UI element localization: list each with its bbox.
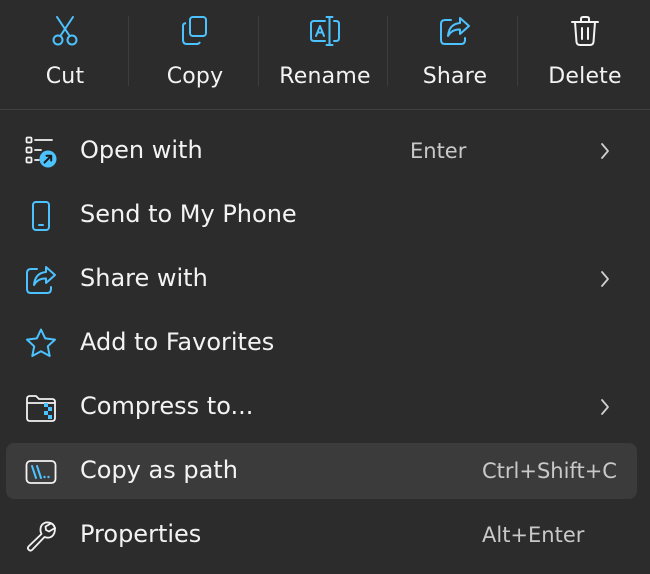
toolbar-divider — [128, 16, 129, 86]
rename-label: Rename — [279, 64, 371, 89]
menu-item-copy-as-path[interactable]: Copy as path Ctrl+Shift+C — [6, 443, 637, 499]
delete-label: Delete — [548, 64, 622, 89]
menu-item-share-with[interactable]: Share with — [6, 251, 637, 307]
chevron-right-icon — [594, 396, 616, 418]
cut-button[interactable]: Cut — [0, 0, 130, 109]
context-menu-toolbar: Cut Copy Rename Share Delete — [0, 0, 650, 109]
menu-item-open-with[interactable]: Open with Enter — [6, 123, 637, 179]
share-with-icon — [24, 263, 58, 297]
scissors-icon — [48, 14, 82, 48]
copy-label: Copy — [166, 64, 224, 89]
rename-button[interactable]: Rename — [260, 0, 390, 109]
chevron-right-icon — [594, 140, 616, 162]
zip-folder-icon — [24, 391, 58, 425]
menu-item-shortcut: Enter — [410, 139, 467, 163]
cut-label: Cut — [45, 64, 85, 89]
open-with-icon — [24, 135, 58, 169]
menu-item-properties[interactable]: Properties Alt+Enter — [6, 507, 637, 563]
wrench-icon — [24, 519, 58, 553]
share-icon — [438, 14, 472, 48]
toolbar-divider — [517, 16, 518, 86]
toolbar-divider — [258, 16, 259, 86]
menu-item-shortcut: Alt+Enter — [482, 523, 585, 547]
menu-item-label: Share with — [80, 264, 208, 292]
share-label: Share — [422, 64, 488, 89]
context-menu: Cut Copy Rename Share Delete Open with E… — [0, 0, 650, 574]
menu-item-label: Add to Favorites — [80, 328, 275, 356]
share-button[interactable]: Share — [390, 0, 520, 109]
delete-button[interactable]: Delete — [520, 0, 650, 109]
menu-item-label: Compress to... — [80, 392, 254, 420]
menu-item-label: Properties — [80, 520, 202, 548]
menu-item-label: Send to My Phone — [80, 200, 297, 228]
menu-item-shortcut: Ctrl+Shift+C — [482, 459, 617, 483]
menu-item-send-to-my-phone[interactable]: Send to My Phone — [6, 187, 637, 243]
copy-icon — [178, 14, 212, 48]
toolbar-separator — [0, 109, 650, 110]
menu-item-compress-to[interactable]: Compress to... — [6, 379, 637, 435]
menu-item-add-to-favorites[interactable]: Add to Favorites — [6, 315, 637, 371]
trash-icon — [568, 14, 602, 48]
phone-icon — [24, 199, 58, 233]
menu-item-label: Open with — [80, 136, 203, 164]
rename-icon — [308, 14, 342, 48]
menu-item-label: Copy as path — [80, 456, 238, 484]
star-icon — [24, 327, 58, 361]
chevron-right-icon — [594, 268, 616, 290]
copy-path-icon — [24, 455, 58, 489]
toolbar-divider — [387, 16, 388, 86]
copy-button[interactable]: Copy — [130, 0, 260, 109]
